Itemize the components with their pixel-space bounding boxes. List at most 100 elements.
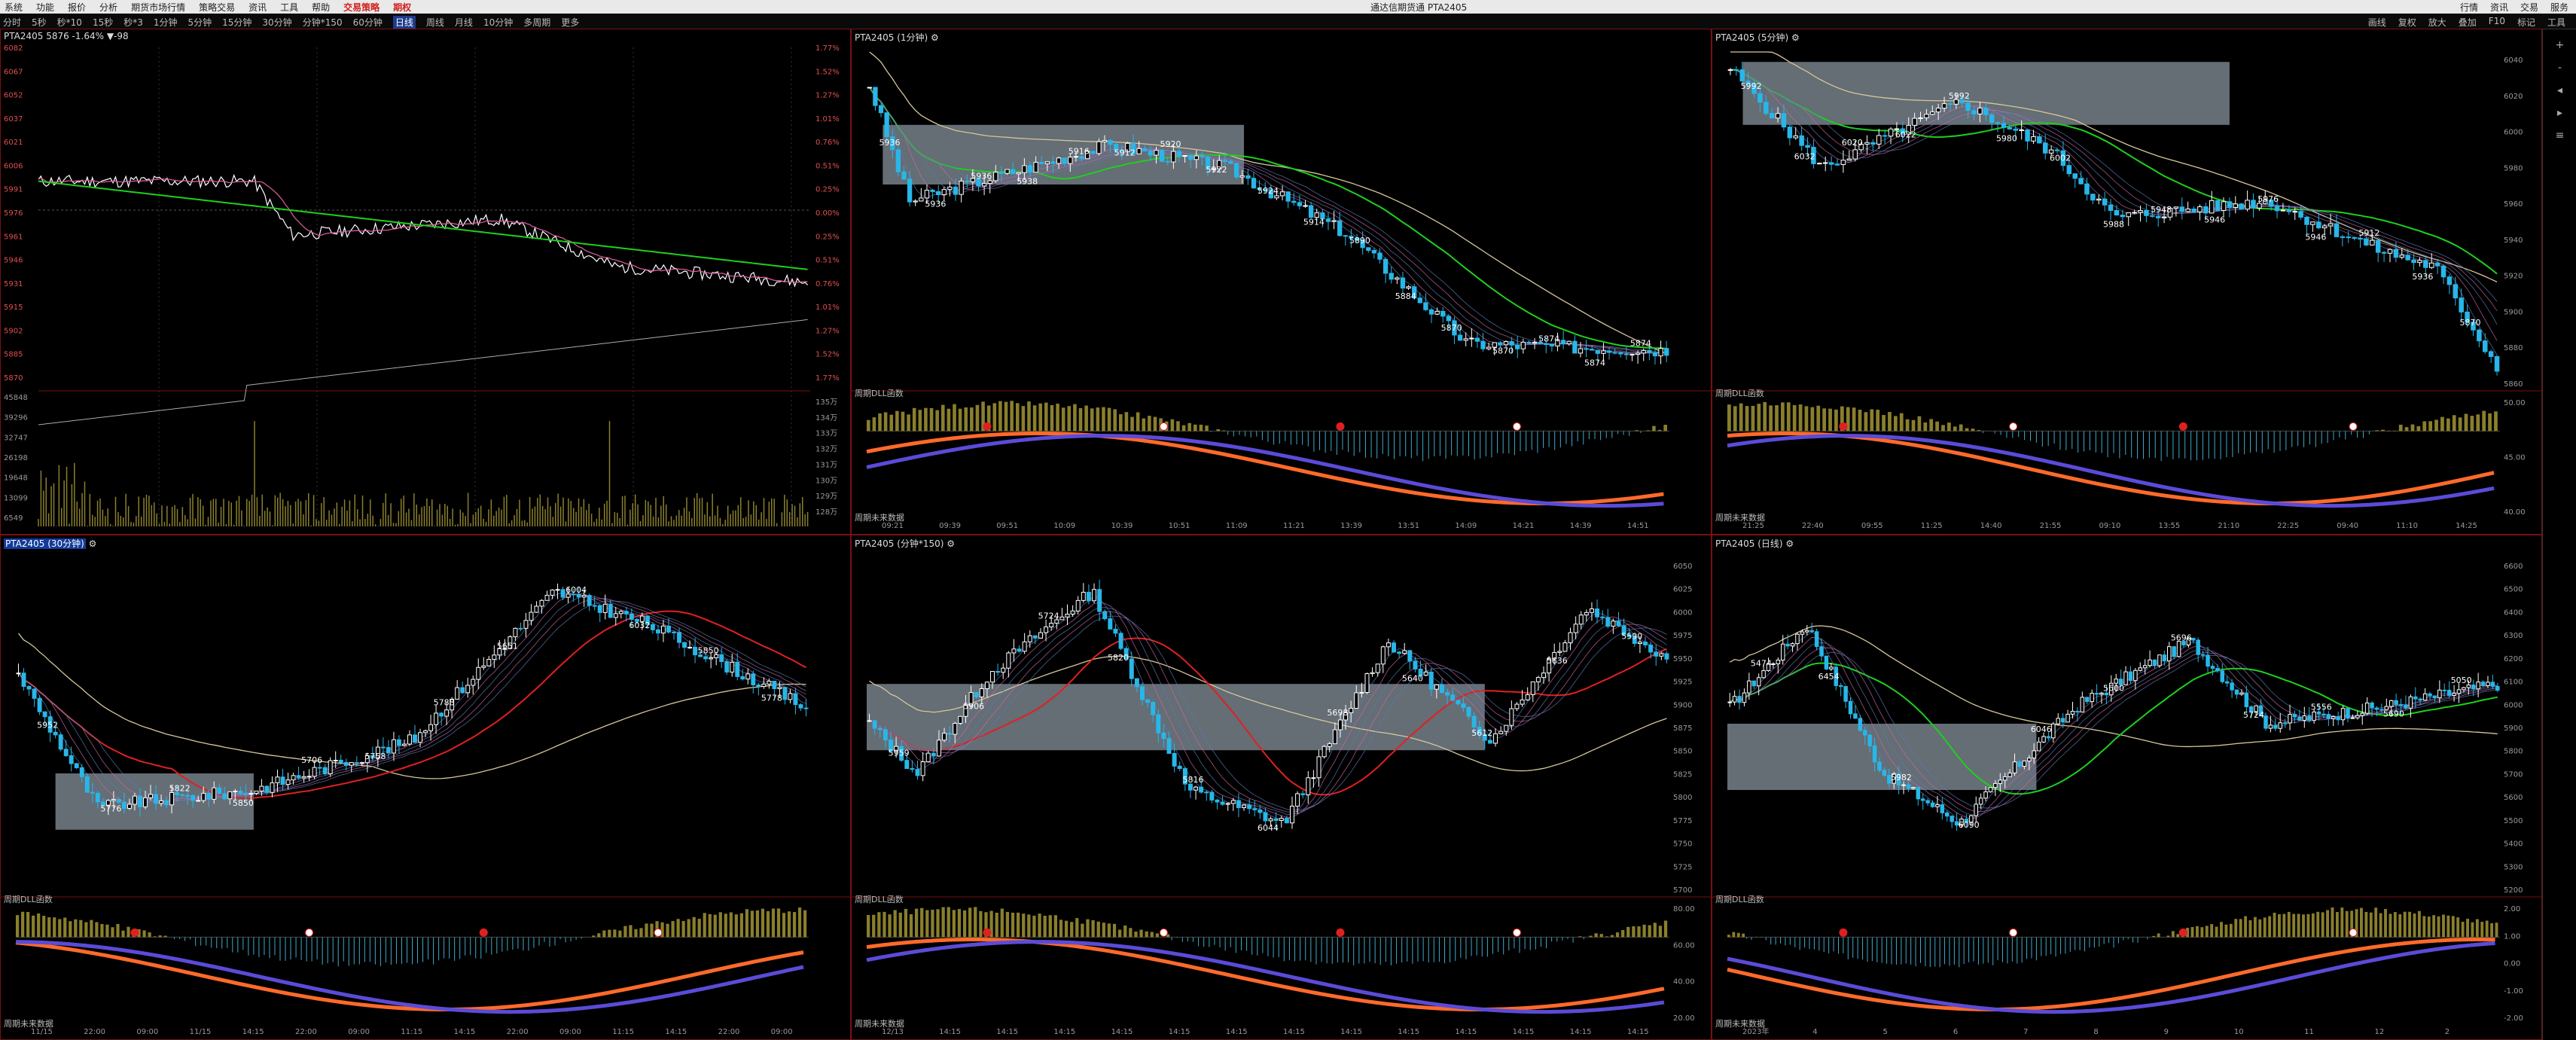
indicator-bar [1053, 915, 1057, 938]
candle-body [1245, 175, 1251, 179]
price-label: 5724 [2243, 710, 2264, 720]
candle-body [1817, 163, 1822, 165]
panel-title: PTA2405 5876 -1.64% ▼-98 [4, 31, 129, 41]
candle-body [1912, 117, 1917, 126]
axis-tick: 1.01% [815, 115, 840, 124]
price-label: 5916 [1069, 147, 1090, 157]
chart-tool-6[interactable]: 工具 [2547, 16, 2565, 29]
timeframe-5[interactable]: 1分钟 [154, 16, 178, 29]
timeframe-11[interactable]: 日线 [392, 16, 416, 29]
chart-tool-3[interactable]: 叠加 [2459, 16, 2477, 29]
timeframe-14[interactable]: 10分钟 [483, 16, 513, 29]
candle-body [2387, 249, 2393, 254]
menu-item-trade[interactable]: 交易 [2520, 1, 2538, 14]
menu-item-service[interactable]: 服务 [2550, 1, 2568, 14]
time-tick: 13:51 [1398, 522, 1419, 530]
timeframe-6[interactable]: 5分钟 [188, 16, 212, 29]
side-tool-0[interactable]: + [2543, 39, 2576, 51]
menu-item-market[interactable]: 行情 [2460, 1, 2478, 14]
candle-body [2304, 216, 2309, 225]
indicator-bar [42, 916, 46, 938]
timeframe-13[interactable]: 月线 [455, 16, 473, 29]
timeframe-15[interactable]: 多周期 [523, 16, 550, 29]
candle-body [941, 189, 947, 196]
menu-item-news[interactable]: 资讯 [248, 1, 267, 14]
timeframe-12[interactable]: 周线 [426, 16, 444, 29]
timeframe-3[interactable]: 15秒 [93, 16, 113, 29]
timeframe-2[interactable]: 秒*10 [57, 16, 82, 29]
candle-body [998, 172, 1004, 174]
intraday-chart-panel[interactable]: PTA2405 5876 -1.64% ▼-98 6082 6067 6052 603… [0, 29, 851, 535]
indicator-bar [676, 919, 680, 938]
chart-panel-daily[interactable]: PTA2405 (日线) ⚙ 5474 6454 5982 6090 6046 5600 5… [1712, 535, 2542, 1040]
price-label: 5050 [2451, 676, 2472, 685]
candle-body [2048, 149, 2054, 154]
menu-item-system[interactable]: 系统 [5, 1, 23, 14]
menu-item-tools[interactable]: 工具 [280, 1, 298, 14]
timeframe-8[interactable]: 30分钟 [262, 16, 291, 29]
candle-body [1258, 809, 1263, 813]
indicator-bar [2200, 927, 2204, 938]
avg-price-line [38, 177, 808, 283]
timeframe-1[interactable]: 5秒 [32, 16, 47, 29]
chart-tool-4[interactable]: F10 [2489, 16, 2505, 29]
timeframe-0[interactable]: 分时 [3, 16, 21, 29]
indicator-bar [618, 930, 622, 938]
indicator-bar [1044, 402, 1048, 432]
chart-panel-150min[interactable]: PTA2405 (分钟*150) ⚙ 5959 5906 5724 5820 5816 6… [851, 535, 1712, 1040]
side-tool-3[interactable]: ▸ [2543, 107, 2576, 119]
candle-body [1846, 158, 1852, 161]
timeframe-9[interactable]: 分钟*150 [303, 16, 343, 29]
chart-tool-5[interactable]: 标记 [2517, 16, 2535, 29]
side-tool-1[interactable]: - [2543, 62, 2576, 74]
side-tool-4[interactable]: ≡ [2543, 130, 2576, 142]
side-tool-2[interactable]: ◂ [2543, 84, 2576, 96]
settings-gear-icon[interactable]: ⚙ [89, 538, 97, 549]
candle-body [111, 799, 116, 801]
settings-gear-icon[interactable]: ⚙ [947, 538, 955, 549]
chart-panel-5min[interactable]: PTA2405 (5分钟) ⚙ 5992 6032 6020 6022 5992 5980… [1712, 29, 2542, 535]
chart-tool-2[interactable]: 放大 [2428, 16, 2446, 29]
menu-item-info[interactable]: 资讯 [2490, 1, 2508, 14]
indicator-bar [1112, 923, 1117, 938]
menu-item-analysis[interactable]: 分析 [99, 1, 117, 14]
menu-item-help[interactable]: 帮助 [312, 1, 330, 14]
timeframe-16[interactable]: 更多 [561, 16, 579, 29]
price-label: 5850 [698, 645, 719, 655]
panel-title: PTA2405 (分钟*150) ⚙ [855, 537, 955, 550]
menu-item-options[interactable]: 期权 [393, 1, 411, 14]
price-label: 5636 [1547, 656, 1568, 666]
menu-item-quotes[interactable]: 报价 [68, 1, 86, 14]
indicator-bar [2253, 916, 2257, 938]
candle-body [867, 87, 872, 89]
timeframe-4[interactable]: 秒*3 [123, 16, 143, 29]
timeframe-10[interactable]: 60分钟 [353, 16, 383, 29]
candle-body [1601, 350, 1606, 354]
chart-tool-0[interactable]: 画线 [2368, 16, 2386, 29]
candle-body [1386, 642, 1391, 648]
menu-item-trade-strategy[interactable]: 交易策略 [343, 1, 380, 14]
chart-panel-30min[interactable]: PTA2405 (30分钟) ⚙ 5952 5776 5822 5850 5706 575… [0, 535, 851, 1040]
chart-tool-1[interactable]: 复权 [2398, 16, 2416, 29]
menu-item-futures-market[interactable]: 期货市场行情 [131, 1, 185, 14]
candle-body [2405, 255, 2410, 261]
settings-gear-icon[interactable]: ⚙ [931, 32, 939, 43]
menu-item-function[interactable]: 功能 [36, 1, 54, 14]
candle-body [1557, 651, 1562, 653]
timeframe-7[interactable]: 15分钟 [222, 16, 252, 29]
price-label: 5612 [1471, 728, 1492, 738]
candle-body [1062, 157, 1067, 164]
indicator-bar [958, 408, 962, 432]
settings-gear-icon[interactable]: ⚙ [1785, 538, 1794, 549]
menu-item-strategy-trading[interactable]: 策略交易 [199, 1, 235, 14]
candle-body [1284, 818, 1289, 824]
settings-gear-icon[interactable]: ⚙ [1791, 32, 1800, 43]
indicator-bar [602, 930, 606, 938]
axis-tick: 0.76% [815, 139, 840, 147]
indicator-bar [2485, 920, 2489, 938]
candle-body [164, 800, 169, 806]
chart-panel-1min[interactable]: PTA2405 (1分钟) ⚙ 5936 5936 5936 5938 5916 5912… [851, 29, 1712, 535]
indicator-bar [2494, 411, 2498, 432]
candle-body [1924, 114, 1929, 118]
candle-body [1795, 633, 1800, 645]
